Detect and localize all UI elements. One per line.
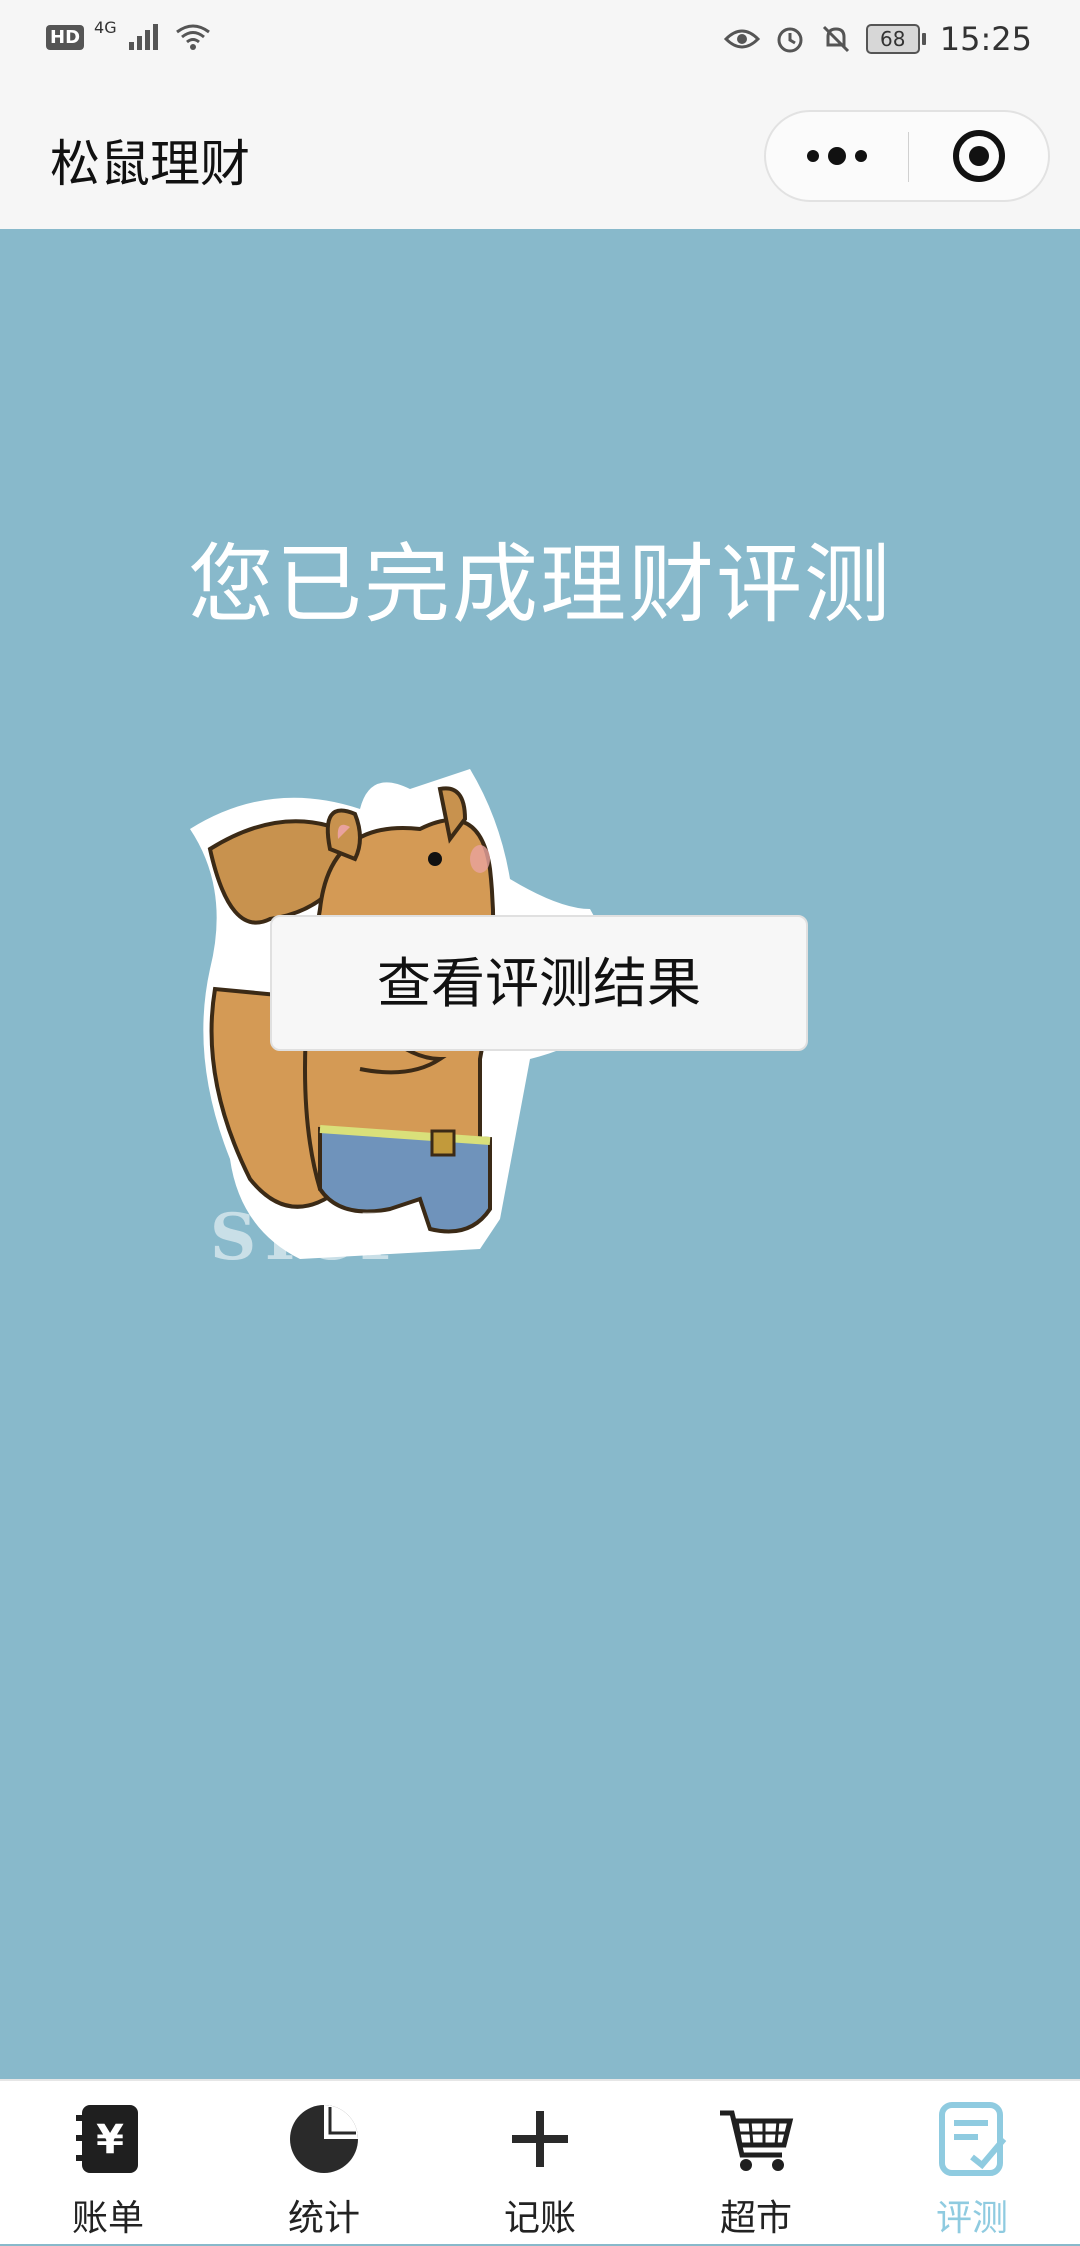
more-dots-icon — [807, 147, 867, 165]
eye-icon — [723, 29, 760, 49]
completion-headline: 您已完成理财评测 — [188, 535, 892, 635]
mute-bell-icon — [822, 25, 849, 53]
target-circle-icon — [953, 130, 1005, 182]
tab-bill[interactable]: ¥ 账单 — [0, 2081, 216, 2246]
status-left: HD 4G — [46, 18, 213, 52]
svg-text:STOP: STOP — [210, 1200, 408, 1275]
page-title: 松鼠理财 — [50, 135, 250, 193]
assessment-icon — [939, 2102, 1007, 2176]
tab-market[interactable]: 超市 — [648, 2081, 864, 2246]
tab-record[interactable]: 记账 — [432, 2081, 648, 2246]
hd-icon: HD — [46, 24, 85, 50]
status-bar: HD 4G 68 15:25 — [0, 0, 1080, 86]
tab-label: 账单 — [71, 2198, 144, 2239]
pie-chart-icon — [290, 2105, 358, 2173]
more-button[interactable] — [766, 112, 908, 200]
wifi-icon — [175, 24, 210, 50]
svg-text:¥: ¥ — [96, 2117, 124, 2163]
tab-label: 统计 — [287, 2198, 360, 2239]
view-result-button[interactable]: 查看评测结果 — [270, 915, 808, 1051]
tab-stats[interactable]: 统计 — [216, 2081, 432, 2246]
tab-assessment[interactable]: 评测 — [864, 2081, 1080, 2246]
tab-label: 评测 — [935, 2198, 1008, 2239]
tab-label: 超市 — [719, 2198, 792, 2239]
plus-icon — [512, 2111, 568, 2167]
ledger-icon: ¥ — [76, 2105, 138, 2173]
tab-label: 记账 — [503, 2198, 576, 2239]
battery-icon: 68 — [865, 24, 926, 54]
status-right: 68 15:25 — [723, 20, 1032, 58]
main-content: 您已完成理财评测 STOP 查看评测结果 — [0, 229, 1080, 2079]
alarm-icon — [777, 27, 803, 53]
mini-program-capsule — [764, 110, 1050, 202]
bottom-tab-bar: ¥ 账单 统计 记账 超市 评测 — [0, 2079, 1080, 2244]
close-button[interactable] — [909, 112, 1050, 200]
battery-level: 68 — [865, 24, 920, 54]
squirrel-illustration: STOP — [190, 769, 608, 1275]
status-time: 15:25 — [939, 20, 1032, 58]
nav-bar: 松鼠理财 — [0, 86, 1080, 229]
network-label: 4G — [94, 17, 117, 37]
signal-icon — [128, 24, 158, 50]
shopping-cart-icon — [720, 2110, 794, 2171]
